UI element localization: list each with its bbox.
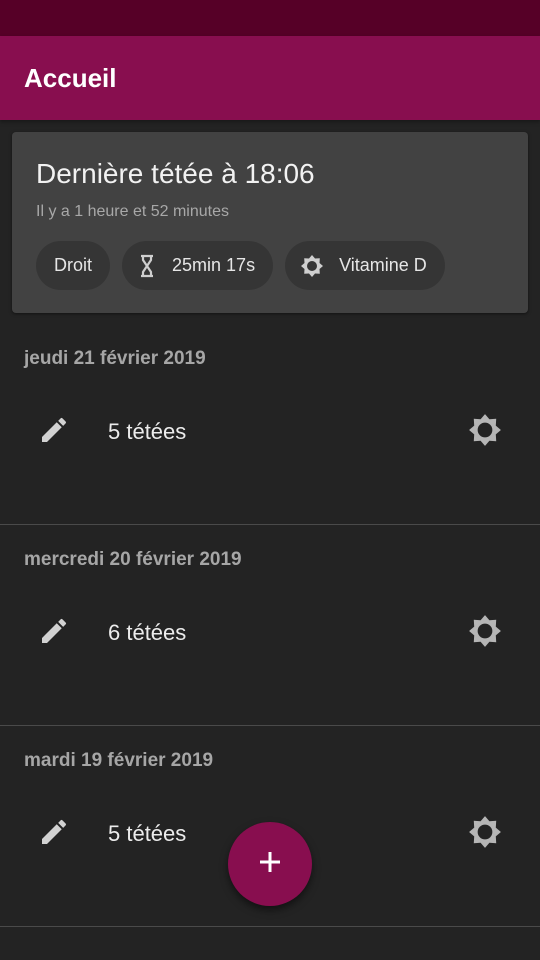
vitamin-indicator — [465, 613, 505, 653]
status-bar — [0, 0, 540, 36]
day-section: jeudi 21 février 2019 5 tétées — [0, 324, 540, 525]
sun-icon — [467, 814, 503, 855]
edit-button[interactable] — [34, 814, 74, 854]
sun-icon — [467, 613, 503, 654]
pencil-icon — [38, 414, 70, 451]
vitamin-chip[interactable]: Vitamine D — [285, 241, 445, 290]
app-bar: Accueil — [0, 36, 540, 120]
side-chip[interactable]: Droit — [36, 241, 111, 290]
add-feeding-button[interactable] — [228, 822, 312, 906]
sun-icon — [299, 253, 325, 279]
day-feeding-count: 6 tétées — [108, 620, 187, 645]
side-chip-label: Droit — [54, 255, 93, 275]
duration-chip[interactable]: 25min 17s — [122, 241, 274, 290]
hourglass-icon — [136, 254, 158, 278]
day-summary-row[interactable]: 5 tétées — [0, 400, 540, 464]
plus-icon — [257, 849, 283, 880]
day-date: jeudi 21 février 2019 — [24, 348, 206, 369]
day-summary-row[interactable]: 6 tétées — [0, 601, 540, 665]
vitamin-indicator — [465, 814, 505, 854]
pencil-icon — [38, 816, 70, 853]
last-feeding-title: Dernière tétée à 18:06 — [36, 158, 315, 189]
vitamin-indicator — [465, 412, 505, 452]
pencil-icon — [38, 615, 70, 652]
edit-button[interactable] — [34, 412, 74, 452]
day-feeding-count: 5 tétées — [108, 821, 187, 846]
duration-chip-label: 25min 17s — [172, 255, 256, 275]
sun-icon — [467, 412, 503, 453]
day-date: mardi 19 février 2019 — [24, 750, 214, 771]
edit-button[interactable] — [34, 613, 74, 653]
page-title: Accueil — [24, 62, 117, 93]
last-feeding-chips: Droit 25min 17s Vitamine D — [36, 241, 504, 290]
day-feeding-count: 5 tétées — [108, 419, 187, 444]
day-section: mercredi 20 février 2019 6 tétées — [0, 525, 540, 726]
day-date: mercredi 20 février 2019 — [24, 549, 242, 570]
last-feeding-elapsed: Il y a 1 heure et 52 minutes — [36, 203, 229, 220]
last-feeding-card[interactable]: Dernière tétée à 18:06 Il y a 1 heure et… — [12, 132, 528, 313]
vitamin-chip-label: Vitamine D — [339, 255, 427, 275]
